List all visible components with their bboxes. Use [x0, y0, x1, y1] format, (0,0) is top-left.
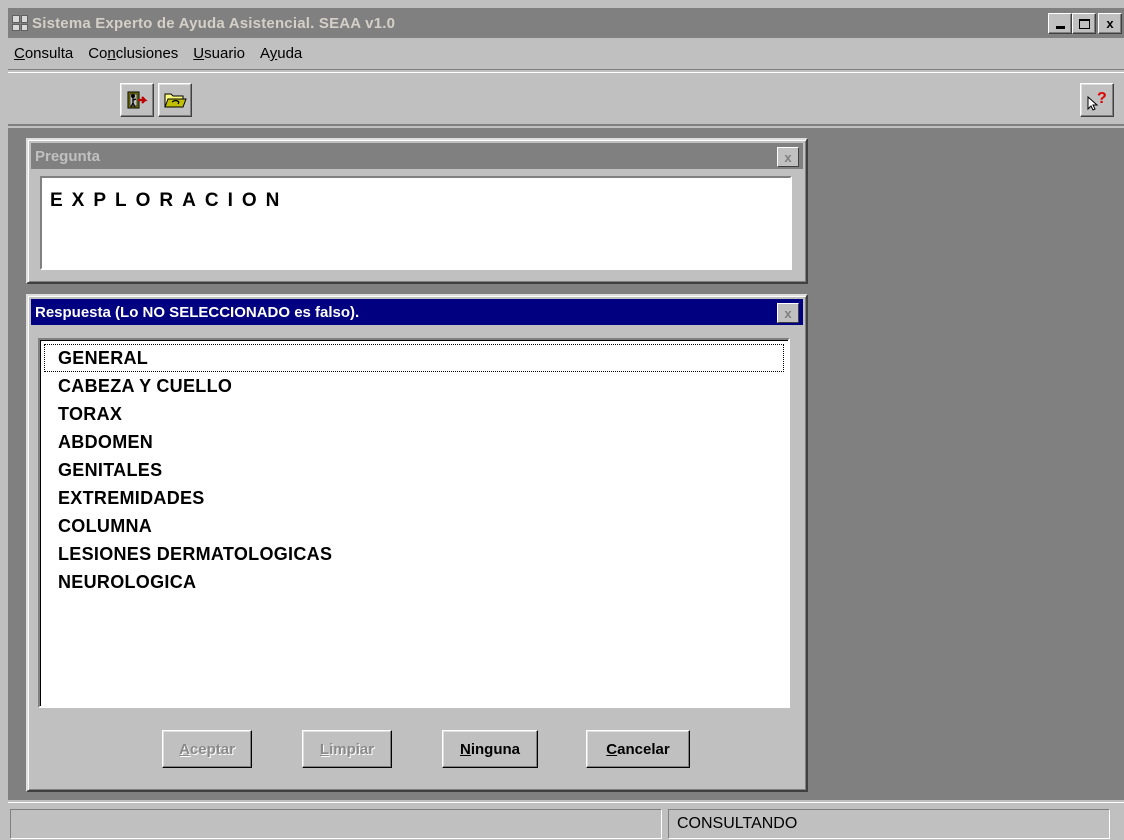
answer-option[interactable]: COLUMNA	[44, 512, 784, 540]
limpiar-button[interactable]: Limpiar	[302, 730, 392, 768]
maximize-button[interactable]	[1072, 13, 1096, 34]
answer-option[interactable]: EXTREMIDADES	[44, 484, 784, 512]
exit-door-icon	[127, 91, 148, 109]
aceptar-button[interactable]: Aceptar	[162, 730, 252, 768]
answer-listbox[interactable]: GENERAL CABEZA Y CUELLO TORAX ABDOMEN GENITA…	[38, 338, 790, 708]
answer-option[interactable]: LESIONES DERMATOLOGICAS	[44, 540, 784, 568]
cancelar-button[interactable]: Cancelar	[586, 730, 690, 768]
status-panel-state: CONSULTANDO	[668, 809, 1110, 839]
respuesta-title-bar[interactable]: Respuesta (Lo NO SELECCIONADO es falso).…	[31, 299, 803, 325]
title-bar[interactable]: Sistema Experto de Ayuda Asistencial. SE…	[8, 8, 1124, 38]
window-controls: x	[1048, 13, 1122, 34]
status-panel-main	[10, 809, 662, 839]
menu-ayuda[interactable]: Ayuda	[254, 45, 311, 62]
pregunta-title-bar[interactable]: Pregunta x	[31, 143, 803, 169]
menu-conclusiones[interactable]: Conclusiones	[82, 45, 187, 62]
help-pointer-icon: ?	[1087, 90, 1107, 111]
minimize-button[interactable]	[1048, 13, 1072, 34]
ninguna-button[interactable]: Ninguna	[442, 730, 538, 768]
open-button[interactable]	[158, 83, 192, 117]
answer-option[interactable]: ABDOMEN	[44, 428, 784, 456]
respuesta-close-button[interactable]: x	[777, 303, 799, 323]
pregunta-close-button[interactable]: x	[777, 147, 799, 167]
answer-option[interactable]: GENERAL	[44, 344, 784, 372]
close-icon: x	[784, 149, 792, 165]
exit-button[interactable]	[120, 83, 154, 117]
svg-text:?: ?	[1097, 90, 1107, 107]
close-button[interactable]: x	[1098, 13, 1122, 34]
pregunta-title: Pregunta	[35, 147, 101, 165]
respuesta-window: Respuesta (Lo NO SELECCIONADO es falso).…	[26, 294, 808, 792]
question-text: EXPLORACION	[50, 190, 289, 211]
menu-bar: Consulta Conclusiones Usuario Ayuda	[8, 38, 1124, 70]
menu-usuario[interactable]: Usuario	[187, 45, 254, 62]
answer-option[interactable]: NEUROLOGICA	[44, 568, 784, 596]
answer-option[interactable]: TORAX	[44, 400, 784, 428]
status-bar: CONSULTANDO	[8, 802, 1124, 840]
answer-option[interactable]: GENITALES	[44, 456, 784, 484]
pregunta-window: Pregunta x EXPLORACION	[26, 138, 808, 284]
menu-consulta[interactable]: Consulta	[8, 45, 82, 62]
window-title: Sistema Experto de Ayuda Asistencial. SE…	[32, 14, 396, 32]
respuesta-title: Respuesta (Lo NO SELECCIONADO es falso).	[35, 303, 360, 321]
close-icon: x	[784, 305, 792, 321]
toolbar: ?	[8, 72, 1124, 126]
close-icon: x	[1106, 16, 1114, 31]
maximize-icon	[1078, 18, 1090, 29]
status-text: CONSULTANDO	[677, 815, 798, 832]
app-icon[interactable]	[12, 15, 28, 31]
minimize-icon	[1055, 26, 1065, 29]
answer-list: GENERAL CABEZA Y CUELLO TORAX ABDOMEN GENITA…	[44, 344, 784, 596]
question-display: EXPLORACION	[40, 176, 792, 270]
context-help-button[interactable]: ?	[1080, 83, 1114, 117]
open-folder-icon	[164, 93, 187, 108]
answer-option[interactable]: CABEZA Y CUELLO	[44, 372, 784, 400]
